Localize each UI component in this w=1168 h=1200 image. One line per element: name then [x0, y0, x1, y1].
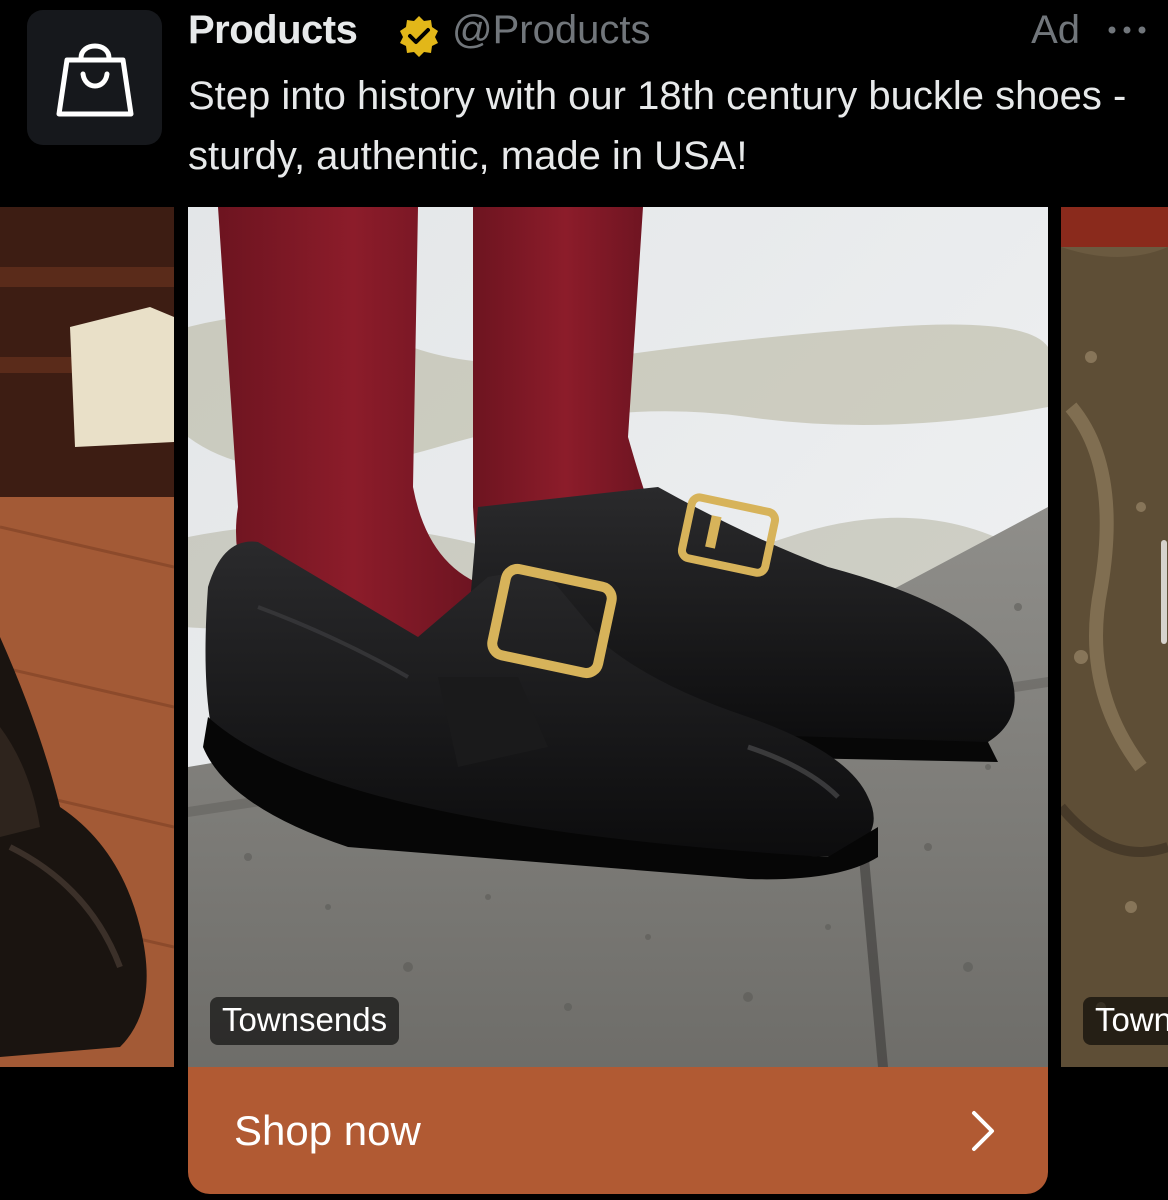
chevron-right-icon	[972, 1111, 994, 1151]
account-name[interactable]: Products	[188, 8, 358, 53]
shop-now-button[interactable]: Shop now	[188, 1067, 1048, 1194]
ad-label: Ad	[1031, 8, 1080, 52]
product-image-previous	[0, 207, 174, 1067]
verified-badge-icon	[400, 16, 438, 57]
more-icon	[1108, 26, 1146, 34]
product-image-next	[1061, 207, 1168, 1067]
more-options-button[interactable]	[1106, 8, 1148, 52]
post-text: Step into history with our 18th century …	[188, 74, 1127, 178]
carousel-card-next[interactable]: Town	[1061, 207, 1168, 1067]
source-label: Townsends	[210, 997, 400, 1045]
account-handle[interactable]: @Products	[452, 8, 650, 53]
carousel-card-main[interactable]: Townsends	[188, 207, 1048, 1067]
avatar[interactable]	[27, 10, 162, 145]
carousel-card-previous[interactable]	[0, 207, 174, 1067]
post-header: Products @Products Ad	[188, 4, 1148, 57]
scrollbar[interactable]	[1161, 540, 1167, 644]
shopping-bag-icon	[56, 43, 133, 116]
source-label-next: Town	[1083, 997, 1168, 1045]
shop-now-label: Shop now	[234, 1107, 421, 1154]
product-image-buckle-shoes	[188, 207, 1048, 1067]
